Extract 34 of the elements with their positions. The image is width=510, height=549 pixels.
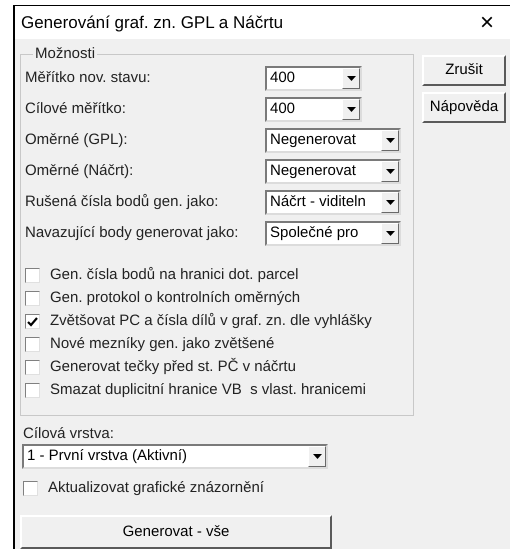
checkbox-label: Gen. čísla bodů na hranici dot. parcel <box>50 265 298 286</box>
dropdown[interactable]: 1 - První vrstva (Aktivní) <box>22 444 328 469</box>
dropdown[interactable]: Náčrt - viditeln <box>265 190 401 215</box>
checkbox-label: Generovat tečky před st. PČ v náčrtu <box>50 356 296 378</box>
field-label: Cílové měřítko: <box>25 99 127 120</box>
checkbox[interactable] <box>25 360 40 375</box>
button[interactable]: Generovat - vše <box>20 515 332 549</box>
window-title: Generování graf. zn. GPL a Náčrtu <box>21 12 284 34</box>
dropdown[interactable]: 400 <box>265 66 362 91</box>
checkbox-label: Aktualizovat grafické znázornění <box>48 478 264 498</box>
field-label: Oměrné (GPL): <box>25 130 129 150</box>
checkbox-label: Zvětšovat PC a čísla dílů v graf. zn. dle vyhlášky <box>50 311 372 332</box>
checkbox[interactable] <box>25 383 40 398</box>
checkbox-label: Nové mezníky gen. jako zvětšené <box>50 334 274 354</box>
dropdown[interactable]: 400 <box>265 97 362 122</box>
close-button[interactable]: × <box>480 10 494 34</box>
field-label: Navazující body generovat jako: <box>25 223 240 244</box>
checkbox[interactable] <box>23 481 38 496</box>
dropdown[interactable]: Společné pro <box>265 221 401 246</box>
checkbox[interactable] <box>25 291 40 306</box>
dropdown[interactable]: Negenerovat <box>265 128 401 153</box>
dropdown[interactable]: Negenerovat <box>265 159 401 184</box>
group-legend: Možnosti <box>33 46 98 62</box>
checkbox[interactable] <box>25 268 40 283</box>
field-label: Cílová vrstva: <box>22 425 115 443</box>
button[interactable]: Zrušit <box>422 55 506 86</box>
field-label: Měřítko nov. stavu: <box>25 68 152 88</box>
checkbox-label: Smazat duplicitní hranice VB s vlast. hranicemi <box>50 380 366 400</box>
checkbox[interactable] <box>25 314 40 329</box>
checkbox[interactable] <box>25 337 40 352</box>
checkbox-label: Gen. protokol o kontrolních oměrných <box>50 288 300 308</box>
button[interactable]: Nápověda <box>422 92 506 123</box>
field-label: Oměrné (Náčrt): <box>25 161 134 182</box>
field-label: Rušená čísla bodů gen. jako: <box>25 192 220 212</box>
